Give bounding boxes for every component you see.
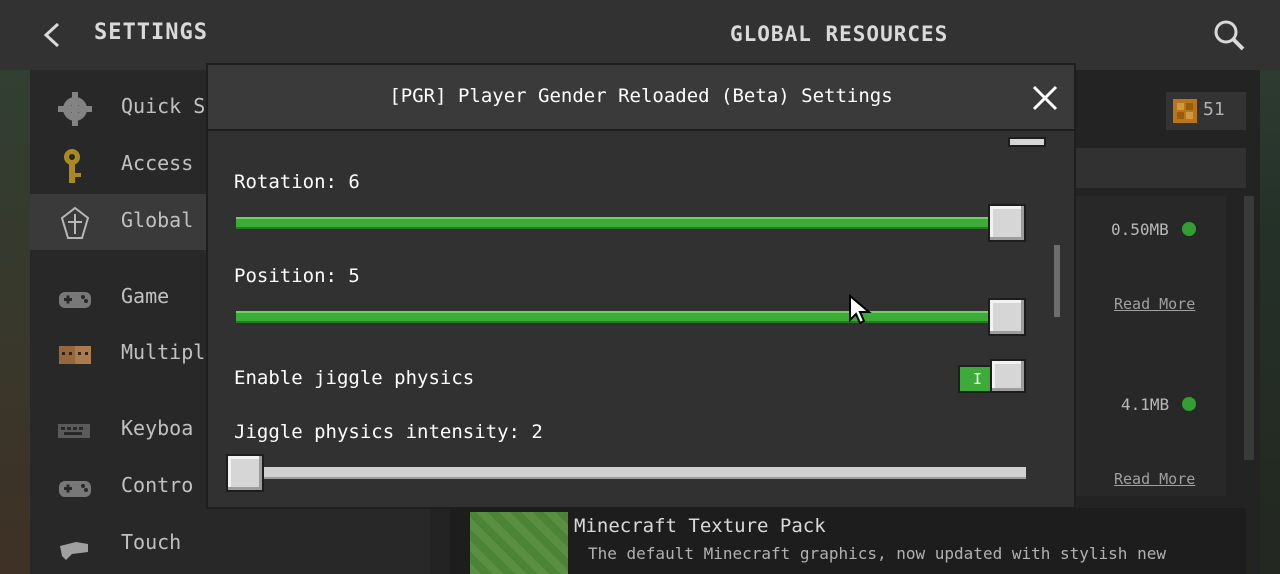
position-label: Position: 5 (234, 265, 360, 287)
dialog-body: Rotation: 6 Position: 5 Enable jiggle ph… (208, 133, 1074, 507)
addon-settings-dialog: [PGR] Player Gender Reloaded (Beta) Sett… (206, 63, 1076, 509)
slider-thumb[interactable] (988, 204, 1026, 242)
slider-fill (236, 217, 1007, 229)
rotation-label: Rotation: 6 (234, 171, 360, 193)
slider-thumb[interactable] (226, 454, 264, 492)
jiggle-physics-label: Enable jiggle physics (234, 367, 475, 389)
toggle-knob[interactable] (990, 359, 1026, 393)
previous-slider-thumb[interactable] (1008, 137, 1046, 147)
slider-empty (236, 467, 1026, 479)
position-slider[interactable] (236, 298, 1026, 336)
jiggle-intensity-slider[interactable] (226, 454, 1026, 492)
dialog-header: [PGR] Player Gender Reloaded (Beta) Sett… (208, 65, 1074, 131)
mouse-cursor-icon (848, 293, 872, 325)
toggle-mark: I (973, 370, 983, 388)
rotation-slider[interactable] (236, 204, 1026, 242)
dialog-scrollbar[interactable] (1054, 245, 1060, 317)
close-icon[interactable] (1030, 83, 1060, 113)
jiggle-physics-toggle[interactable]: I (958, 359, 1028, 395)
jiggle-intensity-label: Jiggle physics intensity: 2 (234, 421, 543, 443)
dialog-title: [PGR] Player Gender Reloaded (Beta) Sett… (389, 85, 893, 107)
slider-fill (236, 311, 1007, 323)
toggle-on-indicator: I (958, 365, 992, 393)
slider-thumb[interactable] (988, 298, 1026, 336)
